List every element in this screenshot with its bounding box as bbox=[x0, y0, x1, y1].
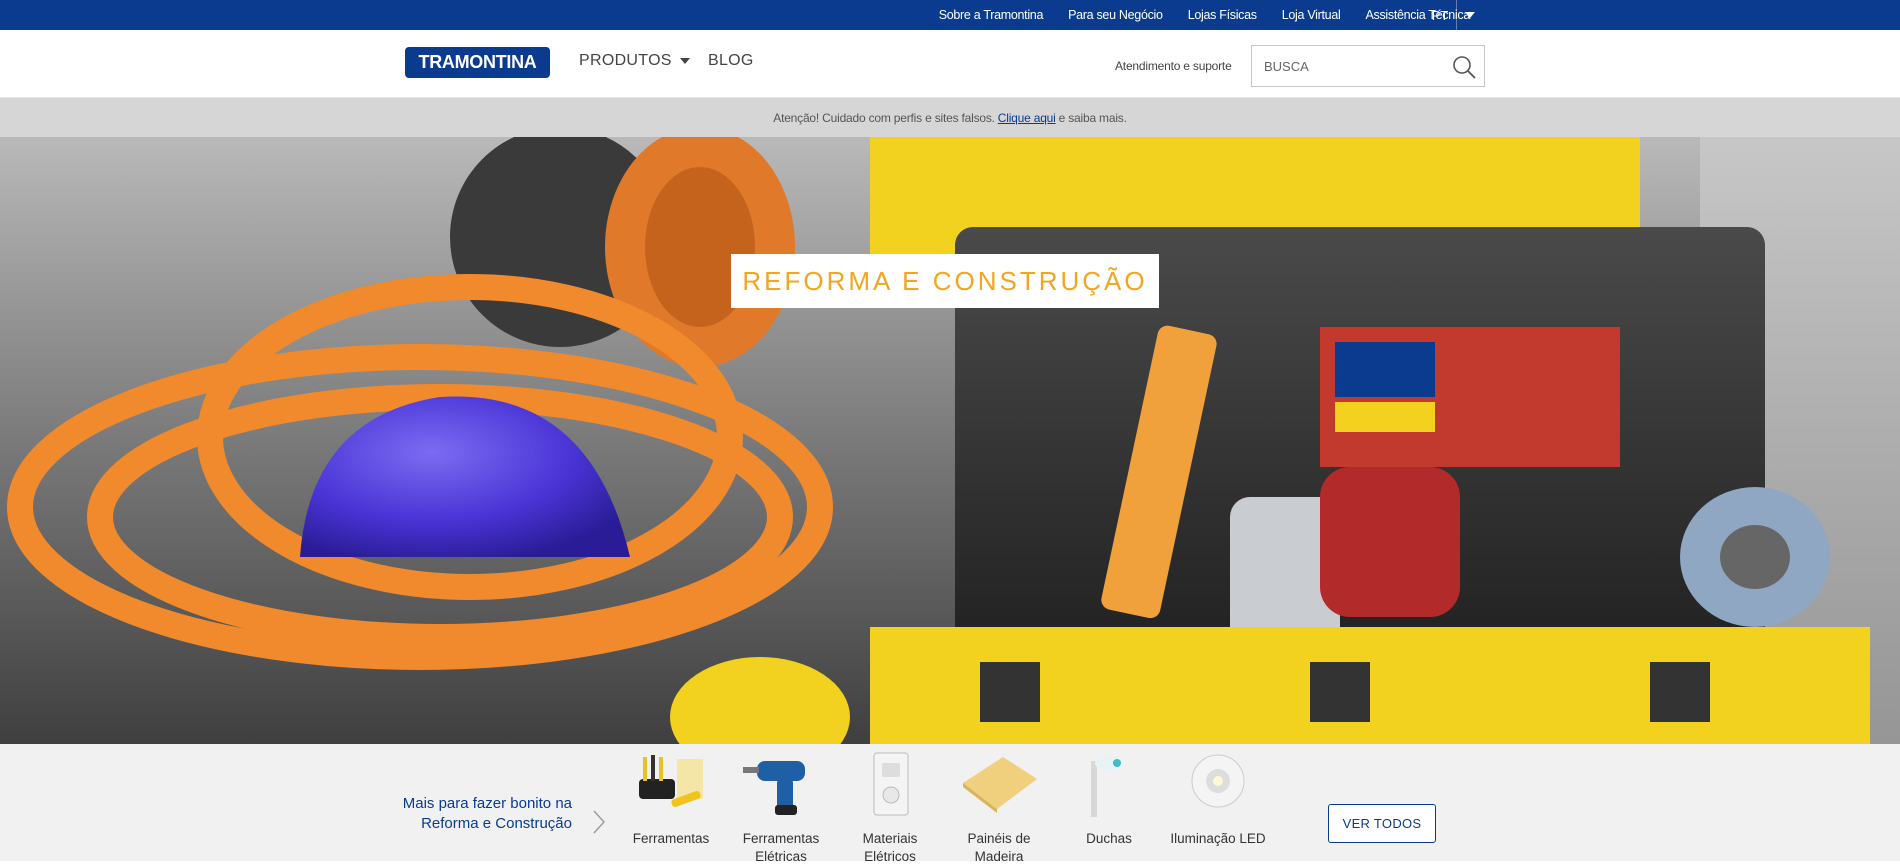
support-link[interactable]: Atendimento e suporte bbox=[1115, 59, 1232, 73]
category-duchas[interactable]: Duchas bbox=[1054, 749, 1164, 848]
chevron-down-icon[interactable] bbox=[1457, 0, 1482, 30]
hero-banner[interactable]: REFORMA E CONSTRUÇÃO bbox=[0, 137, 1900, 744]
category-ferramentas[interactable]: Ferramentas bbox=[616, 749, 726, 848]
fraud-alert-banner: Atenção! Cuidado com perfis e sites fals… bbox=[0, 98, 1900, 137]
category-intro-line2: Reforma e Construção bbox=[421, 815, 572, 832]
search-icon[interactable] bbox=[1452, 55, 1476, 79]
hero-image bbox=[0, 137, 1900, 744]
search-box bbox=[1251, 45, 1485, 87]
category-intro-line1: Mais para fazer bonito na bbox=[402, 795, 572, 812]
category-label: Iluminação LED bbox=[1170, 831, 1266, 846]
category-image bbox=[1191, 754, 1245, 808]
category-paineis-madeira[interactable]: Painéis de Madeira bbox=[944, 749, 1054, 866]
alert-text: Atenção! Cuidado com perfis e sites fals… bbox=[773, 110, 995, 125]
hero-title[interactable]: REFORMA E CONSTRUÇÃO bbox=[731, 254, 1159, 308]
alert-text-after: e saiba mais. bbox=[1058, 110, 1127, 125]
language-label: PT bbox=[1431, 7, 1449, 23]
search-input[interactable] bbox=[1252, 46, 1442, 86]
link-negocio[interactable]: Para seu Negócio bbox=[1068, 8, 1163, 22]
link-sobre[interactable]: Sobre a Tramontina bbox=[939, 8, 1044, 22]
category-label: Duchas bbox=[1086, 831, 1132, 846]
chevron-right-icon bbox=[592, 810, 606, 839]
language-selector[interactable]: PT bbox=[1424, 0, 1482, 30]
alert-link[interactable]: Clique aqui bbox=[998, 111, 1056, 125]
category-image bbox=[873, 752, 909, 816]
nav-produtos-label: PRODUTOS bbox=[579, 52, 672, 69]
category-materiais-eletricos[interactable]: Materiais Elétricos bbox=[835, 749, 945, 866]
main-header: TRAMONTINA PRODUTOS BLOG Atendimento e s… bbox=[0, 30, 1900, 98]
category-image bbox=[639, 755, 703, 808]
utility-links: Sobre a Tramontina Para seu Negócio Loja… bbox=[914, 0, 1471, 30]
category-image bbox=[1091, 755, 1123, 817]
category-image bbox=[963, 757, 1037, 813]
category-ferramentas-eletricas[interactable]: Ferramentas Elétricas bbox=[726, 749, 836, 866]
link-lojas-fisicas[interactable]: Lojas Físicas bbox=[1188, 8, 1257, 22]
category-iluminacao-led[interactable]: Iluminação LED bbox=[1163, 749, 1273, 848]
category-label: Ferramentas bbox=[632, 831, 710, 846]
chevron-down-icon bbox=[679, 58, 690, 64]
logo[interactable]: TRAMONTINA bbox=[405, 47, 550, 78]
category-intro: Mais para fazer bonito na Reforma e Cons… bbox=[400, 794, 572, 834]
see-all-button[interactable]: VER TODOS bbox=[1328, 804, 1436, 843]
link-loja-virtual[interactable]: Loja Virtual bbox=[1282, 8, 1341, 22]
category-image bbox=[743, 761, 805, 815]
top-utility-bar: Sobre a Tramontina Para seu Negócio Loja… bbox=[0, 0, 1900, 30]
nav-produtos[interactable]: PRODUTOS bbox=[579, 52, 690, 70]
category-strip: Mais para fazer bonito na Reforma e Cons… bbox=[0, 744, 1900, 864]
nav-blog[interactable]: BLOG bbox=[708, 52, 754, 70]
